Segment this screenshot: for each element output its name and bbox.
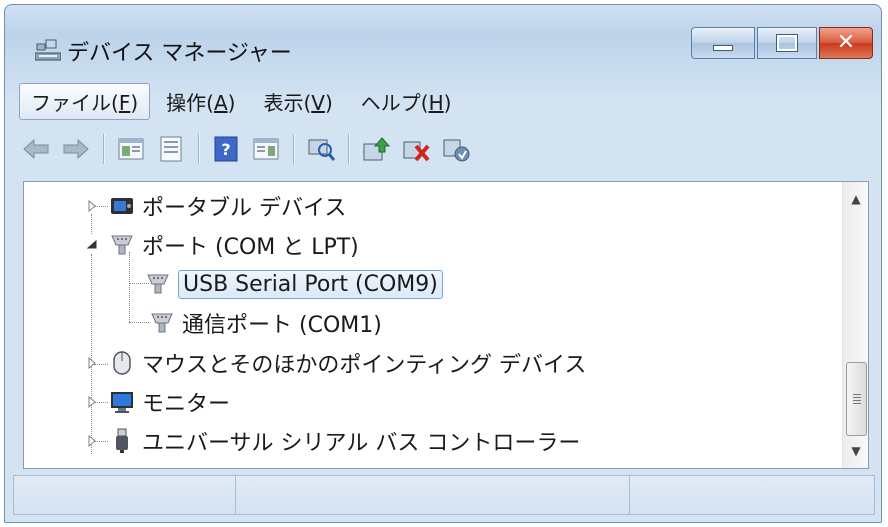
toolbar-separator [198, 134, 199, 164]
device-manager-app-icon [34, 38, 62, 62]
monitor-icon [110, 390, 134, 414]
scroll-down-icon[interactable]: ▼ [843, 438, 868, 464]
maximize-icon [776, 34, 798, 52]
tree-item-usb-controllers[interactable]: ユニバーサル シリアル バス コントローラー [86, 422, 580, 460]
status-pane [629, 475, 875, 515]
tree-label: モニター [142, 392, 231, 417]
tree-item-portable-devices[interactable]: ポータブル デバイス [86, 187, 346, 225]
scrollbar-thumb[interactable] [846, 362, 867, 436]
back-arrow-icon[interactable] [19, 132, 53, 166]
device-tree-view[interactable]: ポータブル デバイス ポート (COM と LPT) USB Serial Po… [23, 181, 869, 469]
status-bar [13, 475, 875, 519]
tree-item-ports[interactable]: ポート (COM と LPT) [86, 226, 359, 264]
collapse-arrow-icon[interactable] [86, 239, 98, 251]
maximize-button[interactable] [757, 27, 817, 59]
forward-arrow-icon[interactable] [59, 132, 93, 166]
help-icon[interactable]: ? [209, 132, 243, 166]
menu-help[interactable]: ヘルプ(H) [349, 83, 464, 120]
minimize-button[interactable] [691, 27, 755, 59]
title-bar[interactable]: デバイス マネージャー ✕ [5, 5, 881, 79]
toolbar: ? [19, 123, 877, 175]
disable-icon[interactable] [439, 132, 473, 166]
window-title: デバイス マネージャー [67, 41, 292, 66]
tree-label: ユニバーサル シリアル バス コントローラー [142, 431, 581, 456]
device-manager-window: デバイス マネージャー ✕ ファイル(F) 操作(A) 表示(V) ヘルプ(H) [4, 4, 882, 523]
menu-view[interactable]: 表示(V) [251, 83, 344, 120]
tree-line [129, 322, 149, 323]
menu-bar: ファイル(F) 操作(A) 表示(V) ヘルプ(H) [19, 79, 877, 123]
port-connector-icon [150, 311, 174, 335]
update-driver-icon[interactable] [359, 132, 393, 166]
toolbar-separator [103, 134, 104, 164]
tree-label: 通信ポート (COM1) [182, 313, 382, 338]
expand-arrow-icon[interactable] [86, 435, 98, 447]
port-connector-icon [146, 272, 170, 296]
uninstall-icon[interactable] [399, 132, 433, 166]
action-pane-icon[interactable] [249, 132, 283, 166]
svg-text:?: ? [221, 140, 230, 159]
toolbar-separator [348, 134, 349, 164]
portable-device-icon [110, 194, 134, 218]
close-button[interactable]: ✕ [819, 27, 873, 59]
tree-item-monitors[interactable]: モニター [86, 383, 230, 421]
usb-connector-icon [110, 428, 134, 453]
status-pane [13, 475, 235, 515]
vertical-scrollbar[interactable]: ▲ ▼ [842, 182, 868, 468]
properties-icon[interactable] [154, 132, 188, 166]
tree-item-usb-serial-port[interactable]: USB Serial Port (COM9) [146, 265, 443, 303]
tree-label: ポート (COM と LPT) [142, 235, 359, 260]
tree-label: マウスとそのほかのポインティング デバイス [142, 353, 587, 378]
grip-icon [852, 394, 861, 404]
tree-label-selected: USB Serial Port (COM9) [178, 269, 443, 299]
tree-item-comm-port[interactable]: 通信ポート (COM1) [150, 304, 382, 342]
menu-action[interactable]: 操作(A) [154, 83, 247, 120]
scan-hardware-icon[interactable] [304, 132, 338, 166]
status-pane [235, 475, 629, 515]
expand-arrow-icon[interactable] [86, 396, 98, 408]
close-icon: ✕ [836, 30, 856, 55]
minimize-icon [713, 45, 733, 51]
mouse-icon [110, 351, 134, 375]
tree-item-mice[interactable]: マウスとそのほかのポインティング デバイス [86, 344, 586, 382]
menu-file[interactable]: ファイル(F) [19, 82, 151, 120]
expand-arrow-icon[interactable] [86, 357, 98, 369]
scroll-up-icon[interactable]: ▲ [843, 186, 868, 212]
port-connector-icon [110, 233, 134, 257]
toolbar-separator [293, 134, 294, 164]
tree-label: ポータブル デバイス [142, 196, 347, 221]
expand-arrow-icon[interactable] [86, 200, 98, 212]
show-hide-console-tree-icon[interactable] [114, 132, 148, 166]
